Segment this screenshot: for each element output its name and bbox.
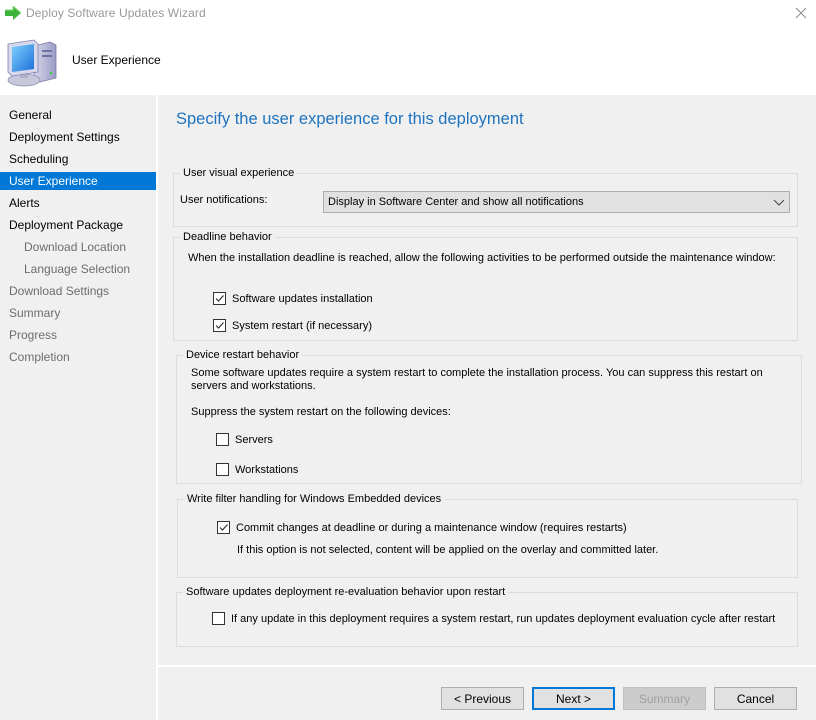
deadline-description: When the installation deadline is reache…	[188, 252, 776, 264]
wizard-header: User Experience	[0, 28, 816, 93]
next-button[interactable]: Next >	[532, 687, 615, 710]
sidebar-item-progress: Progress	[9, 328, 58, 342]
cancel-button[interactable]: Cancel	[714, 687, 797, 710]
wizard-steps-sidebar: General Deployment Settings Scheduling U…	[0, 95, 156, 720]
checkbox-label: Workstations	[235, 463, 299, 476]
page-label: User Experience	[72, 53, 161, 67]
sidebar-item-language-selection: Language Selection	[24, 262, 131, 276]
close-icon	[795, 7, 807, 19]
checkbox-label: Commit changes at deadline or during a m…	[236, 521, 627, 534]
sidebar-item-completion: Completion	[9, 350, 70, 364]
checkbox-label: System restart (if necessary)	[232, 319, 372, 332]
sidebar-item-alerts[interactable]: Alerts	[0, 194, 156, 212]
checkmark-icon	[219, 524, 228, 531]
checkmark-icon	[215, 322, 224, 329]
checkbox-box	[216, 463, 229, 476]
checkbox-box	[213, 319, 226, 332]
suppress-servers-checkbox[interactable]: Servers	[216, 433, 273, 446]
deadline-behavior-group: Deadline behavior When the installation …	[173, 230, 798, 341]
previous-button[interactable]: < Previous	[441, 687, 524, 710]
user-notifications-label: User notifications:	[180, 194, 268, 206]
sidebar-item-download-settings: Download Settings	[9, 284, 110, 298]
group-legend: User visual experience	[180, 166, 298, 180]
summary-button: Summary	[623, 687, 706, 710]
user-notifications-value: Display in Software Center and show all …	[328, 196, 584, 208]
checkbox-box	[213, 292, 226, 305]
group-legend: Deadline behavior	[180, 230, 275, 244]
sidebar-item-summary: Summary	[9, 306, 61, 320]
green-arrow-icon	[5, 6, 21, 20]
checkbox-label: Software updates installation	[232, 292, 373, 305]
sidebar-item-general[interactable]: General	[0, 106, 156, 124]
suppress-workstations-checkbox[interactable]: Workstations	[216, 463, 298, 476]
group-legend: Software updates deployment re-evaluatio…	[183, 585, 509, 599]
sidebar-item-user-experience[interactable]: User Experience	[0, 172, 156, 190]
wizard-content: Specify the user experience for this dep…	[158, 95, 816, 665]
reevaluation-checkbox[interactable]: If any update in this deployment require…	[212, 612, 775, 625]
device-restart-behavior-group: Device restart behavior Some software up…	[176, 348, 802, 484]
sidebar-item-deployment-package[interactable]: Deployment Package	[0, 216, 156, 234]
sidebar-item-deployment-settings[interactable]: Deployment Settings	[0, 128, 156, 146]
checkbox-box	[217, 521, 230, 534]
checkbox-box	[216, 433, 229, 446]
software-updates-installation-checkbox[interactable]: Software updates installation	[213, 292, 373, 305]
suppress-restart-label: Suppress the system restart on the follo…	[191, 406, 451, 418]
chevron-down-icon	[773, 199, 785, 206]
checkbox-box	[212, 612, 225, 625]
checkbox-label: Servers	[235, 433, 273, 446]
close-button[interactable]	[788, 2, 814, 24]
reevaluation-group: Software updates deployment re-evaluatio…	[176, 585, 798, 647]
user-visual-experience-group: User visual experience User notification…	[173, 166, 798, 227]
write-filter-note: If this option is not selected, content …	[237, 544, 659, 556]
page-title: Specify the user experience for this dep…	[176, 110, 524, 128]
checkmark-icon	[215, 295, 224, 302]
window-title: Deploy Software Updates Wizard	[26, 6, 206, 20]
group-legend: Write filter handling for Windows Embedd…	[184, 492, 445, 506]
group-legend: Device restart behavior	[183, 348, 303, 362]
wizard-footer: < Previous Next > Summary Cancel	[158, 665, 816, 720]
sidebar-item-download-location: Download Location	[24, 240, 127, 254]
user-notifications-dropdown[interactable]: Display in Software Center and show all …	[323, 191, 790, 213]
commit-changes-checkbox[interactable]: Commit changes at deadline or during a m…	[217, 521, 627, 534]
system-restart-checkbox[interactable]: System restart (if necessary)	[213, 319, 372, 332]
checkbox-label: If any update in this deployment require…	[231, 612, 776, 625]
device-restart-description: Some software updates require a system r…	[191, 367, 763, 392]
sidebar-item-scheduling[interactable]: Scheduling	[0, 150, 156, 168]
write-filter-group: Write filter handling for Windows Embedd…	[177, 492, 798, 578]
title-bar: Deploy Software Updates Wizard	[0, 0, 816, 28]
computer-icon	[7, 39, 57, 87]
